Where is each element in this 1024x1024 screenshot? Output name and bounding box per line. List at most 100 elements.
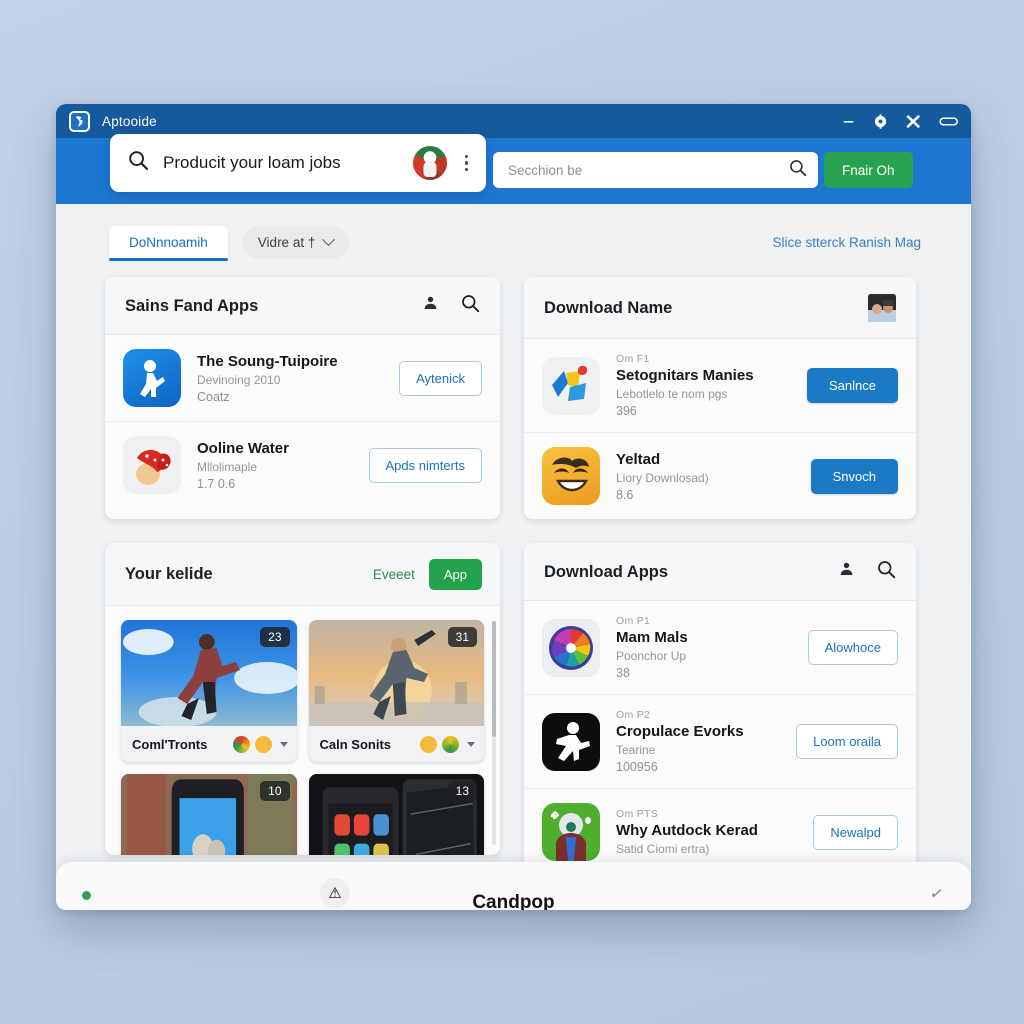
app-action-button[interactable]: Newalpd	[813, 814, 898, 850]
app-row[interactable]: Om F1 Setognitars Manies Lebotlelo te no…	[524, 339, 916, 433]
app-meta: Om F1 Setognitars Manies Lebotlelo te no…	[616, 353, 791, 418]
thumbnail-badge: 13	[447, 781, 477, 801]
card-header-icons	[868, 294, 896, 322]
primary-cta-button[interactable]: Fnair Oh	[824, 152, 913, 188]
add-app-button[interactable]: App	[428, 559, 482, 590]
thumbnail-item[interactable]: 10	[121, 774, 297, 855]
app-name: Why Autdock Kerad	[616, 822, 758, 839]
wink-emoji-icon[interactable]	[442, 735, 459, 753]
app-action-button[interactable]: Loom oraila	[796, 724, 898, 759]
app-row[interactable]: The Soung-Tuipoire Devinoing 2010 Coatz …	[105, 335, 500, 422]
filter-dropdown-label: Vidre at †	[257, 235, 316, 250]
app-action-button[interactable]: Apds nimterts	[368, 447, 482, 483]
close-button[interactable]	[906, 114, 921, 129]
app-subtitle: Tearine	[616, 743, 656, 757]
thumbnail-item[interactable]: 31 Caln Sonits	[308, 620, 484, 762]
card-header-icons	[838, 560, 896, 584]
thumbnail-item[interactable]: 13	[308, 774, 484, 855]
scrollbar[interactable]	[492, 621, 496, 845]
card-title: Sains Fand Apps	[125, 296, 259, 315]
card-grid: Sains Fand Apps The Soung-Tuipoire Devin…	[56, 259, 971, 875]
app-row[interactable]: Ooline Water Mllolimaple 1.7 0.6 Apds ni…	[105, 422, 500, 508]
window-title: Aptooide	[102, 113, 157, 129]
card-link[interactable]: Eveeet	[373, 567, 415, 582]
grin-emoji-icon[interactable]	[254, 735, 272, 753]
rainbow-wheel-icon	[542, 618, 600, 677]
card-header-icons	[422, 294, 480, 318]
card-header: Download Apps	[524, 543, 916, 601]
app-row[interactable]: Om P2 Cropulace Evorks Tearine 100956 Lo…	[524, 695, 916, 789]
chevron-down-icon	[322, 233, 336, 247]
green-character-icon	[542, 803, 600, 861]
app-subtitle: Mllolimaple	[197, 459, 258, 474]
card-title: Your kelide	[125, 565, 213, 583]
app-window: Aptooide Producit your loam jobs Secchio…	[56, 104, 971, 910]
app-detail: 8.6	[616, 487, 634, 502]
title-bar: Aptooide	[56, 104, 971, 138]
card-title: Download Apps	[544, 562, 669, 581]
check-icon: ✓	[928, 884, 945, 905]
tab-downloads[interactable]: DoNnnoamih	[109, 226, 228, 261]
thumbnail-bar: Caln Sonits	[308, 726, 484, 762]
colorful-shapes-icon	[542, 356, 600, 415]
app-detail: 1.7 0.6	[197, 476, 236, 491]
running-person-blue-icon	[123, 349, 181, 407]
thumbnail-grid: 23 Coml'Tronts 31 Caln Sonits 10 13	[105, 606, 500, 855]
search-icon[interactable]	[789, 159, 807, 182]
app-pretitle: Om P2	[616, 709, 651, 721]
card-header: Sains Fand Apps	[105, 277, 500, 335]
maximize-button[interactable]	[939, 115, 959, 128]
app-subtitle: Satid Ciomi ertra)	[616, 842, 710, 856]
app-name: Ooline Water	[197, 439, 289, 457]
aptoide-logo-icon	[69, 110, 90, 132]
app-name: Cropulace Evorks	[616, 723, 744, 740]
app-detail: 100956	[616, 760, 658, 774]
chevron-down-icon[interactable]	[279, 741, 288, 747]
search-input[interactable]: Secchion be	[493, 152, 818, 188]
smirk-emoji-icon[interactable]	[420, 735, 437, 753]
thumbnail-item[interactable]: 23 Coml'Tronts	[121, 620, 297, 762]
thumbnail-label: Coml'Tronts	[132, 736, 208, 752]
card-sains-fand-apps: Sains Fand Apps The Soung-Tuipoire Devin…	[105, 277, 500, 519]
bottom-sheet[interactable]: ⚠ Candpop ✓	[56, 862, 971, 910]
omnibox-value: Producit your loam jobs	[163, 153, 341, 172]
content-area: DoNnnoamih Vidre at † Slice stterck Rani…	[56, 204, 971, 910]
search-icon[interactable]	[877, 560, 896, 584]
app-row[interactable]: Yeltad Liory Downlosad) 8.6 Snvoch	[524, 433, 916, 519]
chevron-down-icon[interactable]	[467, 741, 475, 747]
app-action-button[interactable]: Alowhoce	[807, 630, 898, 665]
app-action-button[interactable]: Aytenick	[399, 360, 482, 396]
header-link[interactable]: Slice stterck Ranish Mag	[772, 235, 921, 250]
rainbow-emoji-icon[interactable]	[232, 735, 250, 753]
warning-badge-icon: ⚠	[320, 878, 350, 908]
app-subtitle: Poonchor Up	[616, 649, 687, 663]
omnibox[interactable]: Producit your loam jobs	[110, 134, 486, 192]
person-icon[interactable]	[422, 295, 439, 317]
thumbnail-badge: 10	[260, 781, 290, 801]
app-meta: Ooline Water Mllolimaple 1.7 0.6	[197, 440, 353, 491]
card-title: Download Name	[544, 298, 673, 317]
app-row[interactable]: Om P1 Mam Mals Poonchor Up 38 Alowhoce	[524, 601, 916, 695]
card-header: Download Name	[524, 277, 916, 339]
photo-thumbnail-icon[interactable]	[868, 294, 896, 322]
black-runner-icon	[542, 712, 600, 771]
app-meta: Om P2 Cropulace Evorks Tearine 100956	[616, 709, 780, 774]
app-meta: Om PTS Why Autdock Kerad Satid Ciomi ert…	[616, 808, 797, 856]
user-avatar[interactable]	[412, 146, 447, 180]
person-icon[interactable]	[838, 561, 855, 583]
bottom-sheet-title: Candpop	[472, 892, 555, 910]
card-header: Your kelide Eveeet App	[105, 543, 500, 606]
minimize-button[interactable]	[842, 115, 855, 128]
app-action-button[interactable]: Snvoch	[810, 458, 898, 494]
app-name: Yeltad	[616, 450, 661, 468]
kebab-menu-icon[interactable]	[461, 154, 473, 172]
scrollbar-thumb[interactable]	[492, 621, 496, 738]
app-name: The Soung-Tuipoire	[197, 352, 338, 370]
smiling-emoji-icon	[542, 447, 600, 505]
status-dot-icon	[82, 891, 91, 900]
filter-dropdown[interactable]: Vidre at †	[241, 226, 350, 259]
settings-button[interactable]	[873, 113, 888, 129]
app-pretitle: Om PTS	[616, 808, 659, 820]
search-icon[interactable]	[461, 294, 480, 318]
app-action-button[interactable]: Sanlnce	[807, 368, 898, 403]
